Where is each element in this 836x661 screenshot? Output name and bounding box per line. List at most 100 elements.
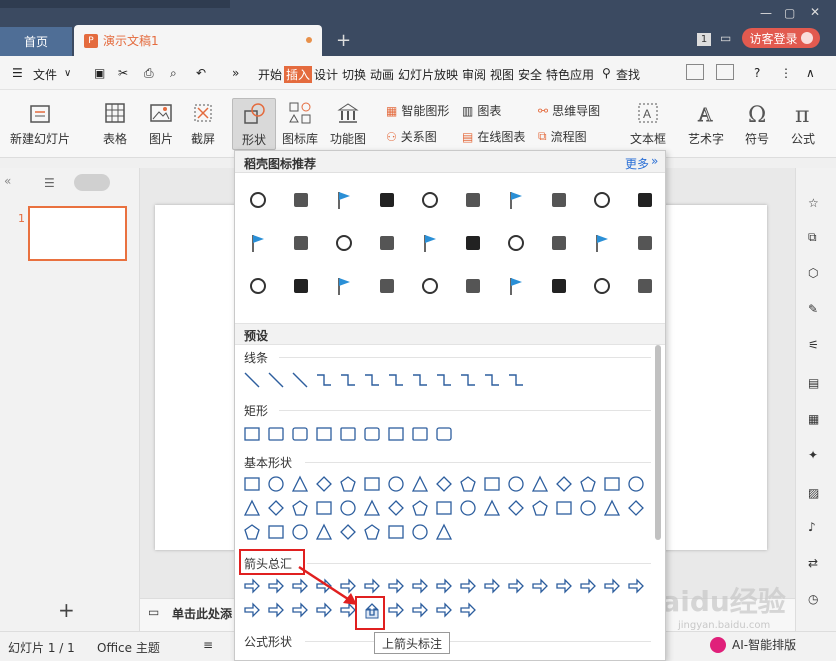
presentation-board-icon[interactable] — [333, 275, 355, 297]
star-icon[interactable]: ☆ — [808, 196, 819, 210]
help-button[interactable]: ? — [754, 66, 760, 80]
arrow-shape[interactable] — [603, 577, 621, 595]
basic-shape[interactable] — [267, 523, 285, 541]
login-button[interactable]: 访客登录 — [742, 28, 820, 48]
textbox-button[interactable]: A 文本框 — [630, 100, 666, 147]
arrow-line-shape[interactable] — [267, 371, 285, 389]
symbol-button[interactable]: Ω 符号 — [744, 100, 770, 147]
basic-shape[interactable] — [483, 499, 501, 517]
slide-thumbnail[interactable] — [28, 206, 127, 261]
flower-icon[interactable] — [376, 275, 398, 297]
chevron-right-icon[interactable]: » — [651, 154, 658, 168]
animation-icon[interactable]: ✦ — [808, 448, 818, 462]
basic-shape[interactable] — [291, 475, 309, 493]
basic-shape[interactable] — [435, 499, 453, 517]
users-icon[interactable] — [591, 189, 613, 211]
elbow-connector-shape[interactable] — [315, 371, 333, 389]
hexagon-icon[interactable] — [462, 232, 484, 254]
tab-document[interactable]: P 演示文稿1 — [74, 25, 322, 56]
basic-shape[interactable] — [579, 499, 597, 517]
basket-icon[interactable] — [462, 275, 484, 297]
menu-slideshow[interactable]: 幻灯片放映 — [398, 66, 458, 83]
table-icon[interactable]: ▦ — [808, 412, 819, 426]
basic-shape[interactable] — [387, 475, 405, 493]
calendar-icon[interactable] — [290, 275, 312, 297]
factory-icon[interactable] — [591, 275, 613, 297]
basic-shape[interactable] — [291, 499, 309, 517]
arrow-shape[interactable] — [243, 601, 261, 619]
transition-icon[interactable]: ⇄ — [808, 556, 818, 570]
basic-shape[interactable] — [459, 475, 477, 493]
cloud-icon[interactable] — [333, 232, 355, 254]
arrow-shape[interactable] — [579, 577, 597, 595]
save-icon[interactable]: ▣ — [94, 66, 105, 80]
wallet-icon[interactable] — [247, 232, 269, 254]
crab-icon[interactable] — [505, 275, 527, 297]
camera-icon[interactable] — [634, 189, 656, 211]
arrow-shape[interactable] — [387, 601, 405, 619]
basic-shape[interactable] — [411, 499, 429, 517]
book-icon[interactable] — [505, 189, 527, 211]
basic-shape[interactable] — [363, 475, 381, 493]
chevron-down-icon[interactable]: ∨ — [64, 68, 71, 79]
tab-home[interactable]: 首页 — [0, 27, 72, 56]
shapes-icon[interactable]: ⬡ — [808, 266, 818, 280]
menu-start[interactable]: 开始 — [258, 66, 282, 83]
basic-shape[interactable] — [339, 523, 357, 541]
scribble-shape[interactable] — [507, 371, 525, 389]
arrow-shape[interactable] — [459, 577, 477, 595]
arrow-shape[interactable] — [435, 601, 453, 619]
more-options-icon[interactable]: ⋮ — [780, 66, 792, 80]
arrow-shape[interactable] — [435, 577, 453, 595]
search-label[interactable]: 查找 — [616, 66, 640, 83]
menu-file[interactable]: 文件 — [33, 66, 57, 83]
arrow-shape[interactable] — [243, 577, 261, 595]
func-chart-button[interactable]: 功能图 — [330, 100, 366, 147]
document-icon[interactable]: ▤ — [808, 376, 819, 390]
formula-button[interactable]: π 公式 — [790, 100, 816, 147]
basic-shape[interactable] — [411, 475, 429, 493]
picture-button[interactable]: 图片 — [148, 100, 174, 147]
basic-shape[interactable] — [387, 523, 405, 541]
smart-shape-button[interactable]: ▦ 智能图形 — [386, 102, 449, 119]
basic-shape[interactable] — [435, 475, 453, 493]
arrow-shape[interactable] — [531, 577, 549, 595]
rectangle-shape[interactable] — [291, 425, 309, 443]
outline-view-icon[interactable]: ☰ — [44, 176, 55, 190]
notes-toggle-icon[interactable]: ≡ — [203, 638, 213, 652]
close-icon[interactable]: ✕ — [810, 5, 820, 19]
rectangle-shape[interactable] — [411, 425, 429, 443]
rectangle-shape[interactable] — [339, 425, 357, 443]
arrow-shape[interactable] — [267, 601, 285, 619]
basic-shape[interactable] — [315, 523, 333, 541]
arrow-shape[interactable] — [507, 577, 525, 595]
elbow-double-arrow-shape[interactable] — [363, 371, 381, 389]
icon-library-button[interactable]: 图标库 — [282, 100, 318, 147]
basic-shape[interactable] — [243, 475, 261, 493]
basic-shape[interactable] — [627, 499, 645, 517]
print-icon[interactable]: ⎙ — [144, 66, 154, 81]
thumbnail-view-toggle[interactable] — [74, 174, 110, 191]
target-icon[interactable] — [419, 232, 441, 254]
ufo-icon[interactable] — [462, 189, 484, 211]
online-chart-button[interactable]: ▤ 在线图表 — [462, 128, 525, 145]
basic-shape[interactable] — [507, 499, 525, 517]
worker-icon[interactable] — [548, 275, 570, 297]
rectangle-shape[interactable] — [363, 425, 381, 443]
curved-arrow-shape[interactable] — [411, 371, 429, 389]
rocket-icon[interactable] — [419, 189, 441, 211]
menu-insert[interactable]: 插入 — [284, 66, 313, 83]
basic-shape[interactable] — [387, 499, 405, 517]
curved-double-arrow-shape[interactable] — [435, 371, 453, 389]
relation-button[interactable]: ⚇ 关系图 — [386, 128, 437, 145]
basic-shape[interactable] — [579, 475, 597, 493]
mind-map-button[interactable]: ⚯ 思维导图 — [538, 102, 600, 119]
rectangle-shape[interactable] — [243, 425, 261, 443]
maximize-icon[interactable]: ▢ — [784, 6, 795, 20]
lightbulb-icon[interactable] — [376, 189, 398, 211]
rectangle-shape[interactable] — [315, 425, 333, 443]
menu-design[interactable]: 设计 — [314, 66, 338, 83]
image-icon[interactable]: ▨ — [808, 486, 819, 500]
basic-shape[interactable] — [507, 475, 525, 493]
basic-shape[interactable] — [315, 475, 333, 493]
